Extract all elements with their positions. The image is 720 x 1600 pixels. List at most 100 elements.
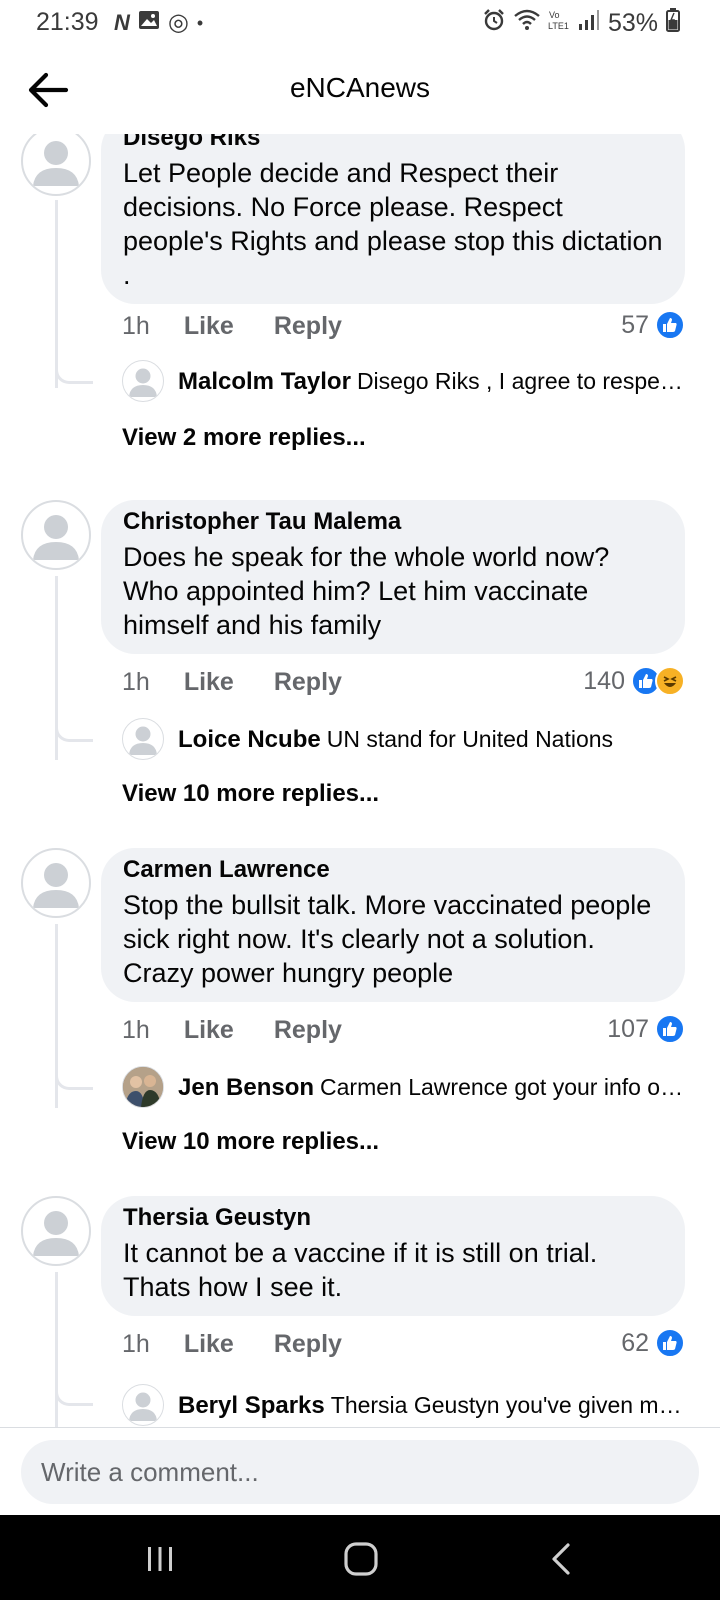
reply-preview[interactable]: Loice Ncube UN stand for United Nations	[178, 726, 685, 754]
notification-icons: N ◎ •	[114, 10, 203, 35]
reply-preview[interactable]: Jen Benson Carmen Lawrence got your info …	[178, 1074, 685, 1102]
comment-time[interactable]: 1h	[122, 312, 150, 341]
like-button[interactable]: Like	[184, 668, 234, 697]
view-more-replies[interactable]: View 2 more replies...	[122, 424, 366, 452]
system-status: Vo LTE1 53%	[482, 8, 680, 39]
dot-icon: •	[196, 12, 204, 33]
comment-list[interactable]: Disego Riks Let People decide and Respec…	[0, 134, 720, 1427]
avatar[interactable]	[21, 1196, 91, 1266]
reply-avatar-photo[interactable]	[122, 1066, 164, 1108]
instagram-icon: ◎	[167, 8, 189, 36]
reply-branch	[55, 722, 93, 742]
comment-bubble[interactable]: Thersia Geustyn It cannot be a vaccine i…	[101, 1196, 685, 1316]
reply-branch	[55, 364, 93, 384]
wifi-icon	[514, 9, 540, 38]
svg-text:LTE1: LTE1	[548, 21, 569, 31]
avatar[interactable]	[21, 134, 91, 196]
comment-input[interactable]	[21, 1440, 699, 1504]
home-icon	[344, 1542, 378, 1576]
reply-avatar[interactable]	[122, 360, 164, 402]
comment-actions: 1h Like Reply	[122, 312, 382, 341]
comment-actions: 1h Like Reply	[122, 1330, 382, 1359]
chevron-left-icon	[552, 1543, 570, 1575]
reaction-summary[interactable]: 62	[621, 1328, 685, 1358]
reaction-summary[interactable]: 107	[607, 1014, 685, 1044]
view-more-replies[interactable]: View 10 more replies...	[122, 780, 379, 808]
comment-text: Let People decide and Respect their deci…	[123, 158, 663, 290]
thread-line	[55, 1272, 58, 1427]
default-avatar-icon	[33, 1211, 79, 1256]
reply-avatar[interactable]	[122, 1384, 164, 1426]
reply-author[interactable]: Loice Ncube	[178, 726, 321, 753]
reply-preview[interactable]: Beryl Sparks Thersia Geustyn you've given…	[178, 1392, 685, 1420]
volte-icon: Vo LTE1	[548, 9, 570, 38]
profile-photo-icon	[123, 1067, 163, 1107]
alarm-icon	[482, 8, 506, 39]
default-avatar-icon	[129, 368, 157, 397]
reply-author[interactable]: Malcolm Taylor	[178, 368, 351, 395]
reply-branch	[55, 1386, 93, 1406]
default-avatar-icon	[33, 863, 79, 908]
reaction-count: 62	[621, 1328, 649, 1357]
reply-button[interactable]: Reply	[274, 668, 342, 697]
comment-time[interactable]: 1h	[122, 668, 150, 697]
comment-thread: Christopher Tau Malema Does he speak for…	[0, 500, 720, 820]
recent-apps-icon	[148, 1547, 172, 1571]
comment-thread: Thersia Geustyn It cannot be a vaccine i…	[0, 1196, 720, 1427]
signal-icon	[578, 9, 600, 38]
view-more-replies[interactable]: View 10 more replies...	[122, 1128, 379, 1156]
comment-actions: 1h Like Reply	[122, 668, 382, 697]
reaction-count: 107	[607, 1014, 649, 1043]
comment-time[interactable]: 1h	[122, 1016, 150, 1045]
reply-text: Thersia Geustyn you've given me f...	[330, 1392, 685, 1418]
like-button[interactable]: Like	[184, 1330, 234, 1359]
default-avatar-icon	[33, 141, 79, 186]
comment-actions: 1h Like Reply	[122, 1016, 382, 1045]
reply-author[interactable]: Beryl Sparks	[178, 1392, 325, 1419]
comment-bubble[interactable]: Disego Riks Let People decide and Respec…	[101, 134, 685, 304]
comment-bubble[interactable]: Christopher Tau Malema Does he speak for…	[101, 500, 685, 654]
comment-text: It cannot be a vaccine if it is still on…	[123, 1238, 598, 1302]
default-avatar-icon	[129, 1392, 157, 1421]
comment-bubble[interactable]: Carmen Lawrence Stop the bullsit talk. M…	[101, 848, 685, 1002]
netflix-icon: N	[114, 9, 130, 35]
avatar[interactable]	[21, 500, 91, 570]
comment-author[interactable]: Thersia Geustyn	[123, 1204, 665, 1232]
reaction-summary[interactable]: 57	[621, 310, 685, 340]
reaction-summary[interactable]: 140	[583, 666, 685, 696]
home-button[interactable]	[339, 1537, 383, 1581]
comment-author[interactable]: Christopher Tau Malema	[123, 508, 665, 536]
comment-composer	[0, 1427, 720, 1515]
nav-back-button[interactable]	[540, 1537, 584, 1581]
app-header: eNCAnews	[0, 46, 720, 134]
reply-text: Disego Riks , I agree to respect ...	[356, 368, 685, 394]
avatar[interactable]	[21, 848, 91, 918]
like-reaction-icon	[655, 1014, 685, 1044]
comment-text: Does he speak for the whole world now? W…	[123, 542, 610, 640]
reply-preview[interactable]: Malcolm Taylor Disego Riks , I agree to r…	[178, 368, 685, 396]
status-bar: 21:39 N ◎ • Vo LTE1 53%	[0, 0, 720, 46]
reply-text: UN stand for United Nations	[326, 726, 614, 752]
system-nav-bar	[0, 1515, 720, 1600]
reply-button[interactable]: Reply	[274, 312, 342, 341]
comment-author[interactable]: Disego Riks	[123, 134, 665, 152]
recent-apps-button[interactable]	[138, 1537, 182, 1581]
battery-percent: 53%	[607, 9, 658, 37]
reply-author[interactable]: Jen Benson	[178, 1074, 314, 1101]
like-button[interactable]: Like	[184, 1016, 234, 1045]
reply-button[interactable]: Reply	[274, 1016, 342, 1045]
comment-author[interactable]: Carmen Lawrence	[123, 856, 665, 884]
reaction-count: 140	[583, 666, 625, 695]
thread-line	[55, 200, 58, 388]
reply-text: Carmen Lawrence got your info off...	[320, 1074, 685, 1100]
page-title: eNCAnews	[289, 72, 431, 103]
like-button[interactable]: Like	[184, 312, 234, 341]
status-time: 21:39	[36, 8, 99, 36]
comment-time[interactable]: 1h	[122, 1330, 150, 1359]
like-reaction-icon	[655, 310, 685, 340]
battery-icon	[666, 8, 680, 39]
comment-text: Stop the bullsit talk. More vaccinated p…	[123, 890, 652, 988]
haha-reaction-icon	[655, 666, 685, 696]
reply-button[interactable]: Reply	[274, 1330, 342, 1359]
reply-avatar[interactable]	[122, 718, 164, 760]
